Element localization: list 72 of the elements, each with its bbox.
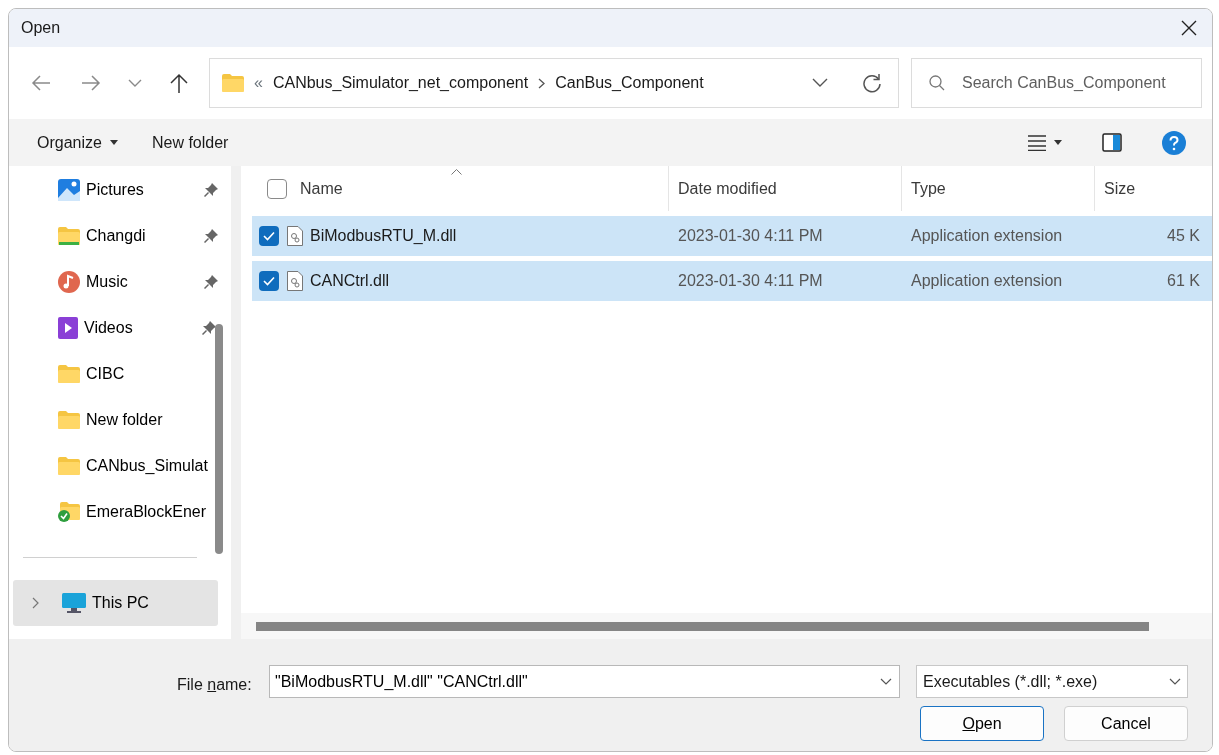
search-icon	[929, 75, 945, 91]
folder-icon	[58, 457, 80, 475]
folder-icon	[58, 411, 80, 429]
cancel-button[interactable]: Cancel	[1064, 706, 1188, 741]
checkmark-icon	[263, 231, 275, 241]
file-name: BiModbusRTU_M.dll	[310, 226, 457, 246]
sidebar-item[interactable]: CANbus_Simulat	[9, 443, 214, 489]
row-checkbox[interactable]	[259, 271, 279, 291]
computer-icon	[62, 593, 86, 613]
chevron-down-icon	[880, 678, 892, 685]
new-folder-button[interactable]: New folder	[141, 126, 239, 159]
select-all-checkbox[interactable]	[267, 178, 287, 199]
breadcrumb-separator-icon	[538, 77, 546, 89]
sidebar-item[interactable]: Music	[9, 259, 214, 305]
sidebar-item[interactable]: EmeraBlockEner	[9, 489, 214, 535]
file-type: Application extension	[910, 226, 1064, 246]
breadcrumb[interactable]: CANbus_Simulator_net_component	[272, 71, 529, 95]
column-header[interactable]: Name	[241, 166, 669, 211]
breadcrumb[interactable]: CanBus_Component	[555, 71, 704, 95]
horizontal-scrollbar[interactable]	[256, 621, 1149, 631]
chevron-down-icon	[128, 78, 142, 88]
organize-menu-button[interactable]: Organize	[27, 126, 128, 159]
sidebar-item[interactable]: CIBC	[9, 351, 214, 397]
column-header[interactable]: Type	[902, 166, 1095, 211]
dll-file-icon	[287, 271, 303, 291]
sidebar-item[interactable]: Videos	[9, 305, 214, 351]
chevron-down-icon[interactable]	[812, 78, 828, 88]
up-arrow-icon	[169, 72, 189, 94]
window-title: Open	[21, 18, 61, 38]
search-field[interactable]: Search CanBus_Component	[911, 58, 1202, 108]
sidebar-item[interactable]: New folder	[9, 397, 214, 443]
videos-icon	[58, 317, 78, 339]
file-row[interactable]: CANCtrl.dll 2023-01-30 4:11 PM Application extension 61 K	[252, 261, 1212, 301]
expand-chevron-icon[interactable]	[32, 597, 39, 609]
address-bar[interactable]: « CANbus_Simulator_net_component CanBus_Component	[209, 58, 899, 108]
scrollbar[interactable]	[215, 324, 223, 554]
file-row[interactable]: BiModbusRTU_M.dll 2023-01-30 4:11 PM Application extension 45 K	[252, 216, 1212, 256]
open-button[interactable]: Open	[920, 706, 1044, 741]
file-type-dropdown[interactable]: Executables (*.dll; *.exe)	[916, 665, 1188, 698]
file-name-label: File name:	[177, 675, 252, 695]
list-view-icon	[1028, 134, 1046, 151]
chevron-down-icon	[1169, 678, 1181, 685]
folder-icon	[58, 365, 80, 383]
music-icon	[58, 271, 80, 293]
pictures-icon	[58, 179, 80, 201]
folder-icon	[58, 227, 80, 245]
sidebar-item[interactable]: Pictures	[9, 167, 214, 213]
file-name: CANCtrl.dll	[310, 271, 390, 291]
file-date: 2023-01-30 4:11 PM	[677, 226, 824, 246]
sidebar-item[interactable]: Changdi	[9, 213, 214, 259]
file-type: Application extension	[910, 271, 1064, 291]
row-checkbox[interactable]	[259, 226, 279, 246]
file-size: 61 K	[1166, 271, 1201, 291]
overflow-chevron[interactable]: «	[254, 71, 263, 95]
checkmark-icon	[263, 276, 275, 286]
synced-folder-icon	[58, 502, 80, 522]
back-arrow-icon	[31, 73, 51, 93]
folder-icon	[222, 74, 244, 92]
column-header[interactable]: Date modified	[669, 166, 902, 211]
refresh-icon[interactable]	[862, 73, 882, 93]
sidebar-item[interactable]: This PC	[13, 580, 218, 626]
file-date: 2023-01-30 4:11 PM	[677, 271, 824, 291]
preview-pane-icon	[1102, 133, 1122, 152]
caret-icon	[1054, 140, 1062, 145]
close-icon	[1181, 20, 1197, 36]
dll-file-icon	[287, 226, 303, 246]
file-name-field[interactable]: "BiModbusRTU_M.dll" "CANCtrl.dll"	[269, 665, 900, 698]
forward-arrow-icon	[81, 73, 101, 93]
file-size: 45 K	[1166, 226, 1201, 246]
caret-icon	[109, 140, 118, 145]
column-header[interactable]: Size	[1095, 166, 1212, 211]
help-icon	[1162, 130, 1186, 155]
